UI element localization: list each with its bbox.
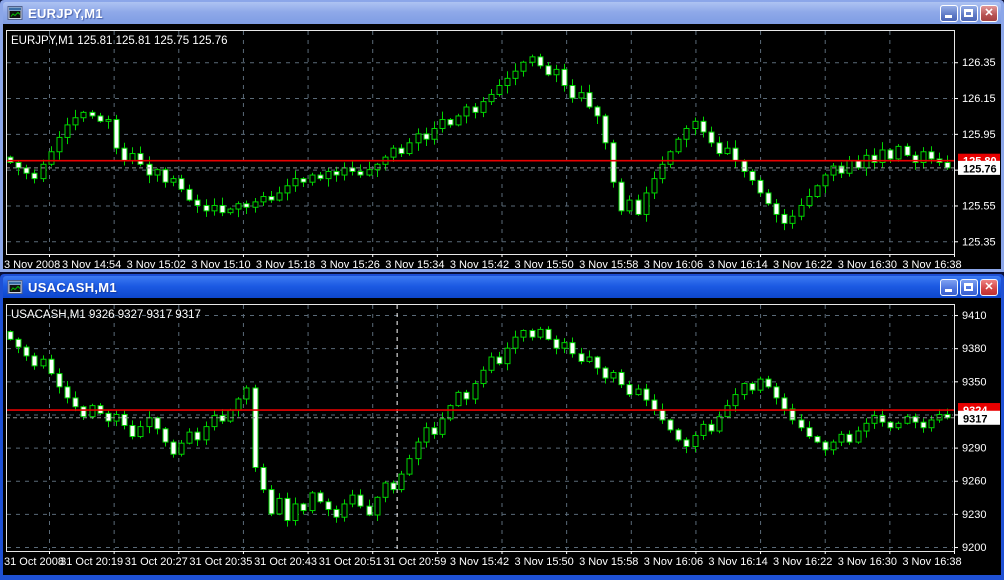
- svg-text:9290: 9290: [962, 443, 986, 455]
- svg-text:31 Oct 2008: 31 Oct 2008: [4, 556, 64, 568]
- maximize-button[interactable]: [960, 4, 978, 22]
- chart-window-eurjpy: EURJPY,M1 126.35126.15125.95125.75125.55…: [0, 0, 1004, 272]
- svg-text:3 Nov 15:42: 3 Nov 15:42: [450, 259, 509, 269]
- svg-text:3 Nov 16:14: 3 Nov 16:14: [708, 259, 767, 269]
- price-badges: 93249317: [958, 403, 1000, 425]
- svg-text:3 Nov 15:50: 3 Nov 15:50: [514, 259, 573, 269]
- svg-text:125.95: 125.95: [962, 129, 996, 141]
- chart-icon: [7, 5, 23, 21]
- svg-text:125.76: 125.76: [963, 163, 997, 175]
- chart-window-usacash: USACASH,M1 94109380935093209290926092309…: [0, 274, 1004, 580]
- close-button[interactable]: [980, 278, 998, 296]
- chart-icon: [7, 279, 23, 295]
- titlebar-usacash[interactable]: USACASH,M1: [3, 276, 1001, 298]
- svg-text:9260: 9260: [962, 476, 986, 488]
- svg-text:9350: 9350: [962, 376, 986, 388]
- svg-text:3 Nov 15:18: 3 Nov 15:18: [256, 259, 315, 269]
- svg-text:31 Oct 20:27: 31 Oct 20:27: [125, 556, 188, 568]
- svg-text:126.15: 126.15: [962, 93, 996, 105]
- svg-text:125.55: 125.55: [962, 200, 996, 212]
- chart-canvas-eurjpy[interactable]: 126.35126.15125.95125.75125.55125.353 No…: [3, 24, 1001, 269]
- svg-text:3 Nov 15:50: 3 Nov 15:50: [514, 556, 573, 568]
- svg-text:31 Oct 20:43: 31 Oct 20:43: [254, 556, 317, 568]
- minimize-button[interactable]: [940, 278, 958, 296]
- svg-text:9410: 9410: [962, 310, 986, 322]
- svg-text:3 Nov 16:06: 3 Nov 16:06: [644, 259, 703, 269]
- svg-text:31 Oct 20:59: 31 Oct 20:59: [383, 556, 446, 568]
- svg-text:3 Nov 15:34: 3 Nov 15:34: [385, 259, 444, 269]
- svg-text:3 Nov 16:06: 3 Nov 16:06: [644, 556, 703, 568]
- chart-canvas-usacash[interactable]: 9410938093509320929092609230920031 Oct 2…: [3, 298, 1001, 575]
- svg-text:9380: 9380: [962, 343, 986, 355]
- svg-text:3 Nov 15:10: 3 Nov 15:10: [191, 259, 250, 269]
- svg-text:3 Nov 15:42: 3 Nov 15:42: [450, 556, 509, 568]
- mt4-workspace: EURJPY,M1 126.35126.15125.95125.75125.55…: [0, 0, 1004, 580]
- svg-text:9230: 9230: [962, 509, 986, 521]
- price-badges: 125.80125.76: [958, 153, 1000, 175]
- svg-text:31 Oct 20:19: 31 Oct 20:19: [60, 556, 123, 568]
- svg-text:3 Nov 15:02: 3 Nov 15:02: [127, 259, 186, 269]
- svg-text:3 Nov 15:26: 3 Nov 15:26: [321, 259, 380, 269]
- window-title: USACASH,M1: [28, 279, 117, 295]
- svg-text:3 Nov 14:54: 3 Nov 14:54: [62, 259, 121, 269]
- svg-text:3 Nov 15:58: 3 Nov 15:58: [579, 556, 638, 568]
- svg-text:126.35: 126.35: [962, 57, 996, 69]
- svg-text:3 Nov 15:58: 3 Nov 15:58: [579, 259, 638, 269]
- minimize-button[interactable]: [940, 4, 958, 22]
- svg-text:125.35: 125.35: [962, 236, 996, 248]
- symbol-info-label: EURJPY,M1 125.81 125.81 125.75 125.76: [11, 35, 228, 47]
- svg-text:31 Oct 20:35: 31 Oct 20:35: [189, 556, 252, 568]
- svg-text:3 Nov 2008: 3 Nov 2008: [4, 259, 60, 269]
- svg-text:3 Nov 16:38: 3 Nov 16:38: [902, 259, 961, 269]
- maximize-button[interactable]: [960, 278, 978, 296]
- window-controls: [940, 4, 998, 22]
- close-button[interactable]: [980, 4, 998, 22]
- window-title: EURJPY,M1: [28, 5, 103, 21]
- chart-area-eurjpy: 126.35126.15125.95125.75125.55125.353 No…: [3, 24, 1001, 269]
- titlebar-eurjpy[interactable]: EURJPY,M1: [3, 2, 1001, 24]
- svg-text:31 Oct 20:51: 31 Oct 20:51: [319, 556, 382, 568]
- svg-text:9200: 9200: [962, 542, 986, 554]
- svg-text:3 Nov 16:14: 3 Nov 16:14: [708, 556, 767, 568]
- svg-text:3 Nov 16:30: 3 Nov 16:30: [838, 259, 897, 269]
- window-controls: [940, 278, 998, 296]
- chart-area-usacash: 9410938093509320929092609230920031 Oct 2…: [3, 298, 1001, 575]
- svg-text:3 Nov 16:22: 3 Nov 16:22: [773, 556, 832, 568]
- symbol-info-label: USACASH,M1 9326 9327 9317 9317: [11, 309, 201, 321]
- svg-text:3 Nov 16:30: 3 Nov 16:30: [838, 556, 897, 568]
- svg-text:3 Nov 16:38: 3 Nov 16:38: [902, 556, 961, 568]
- svg-text:3 Nov 16:22: 3 Nov 16:22: [773, 259, 832, 269]
- svg-text:9317: 9317: [963, 413, 987, 425]
